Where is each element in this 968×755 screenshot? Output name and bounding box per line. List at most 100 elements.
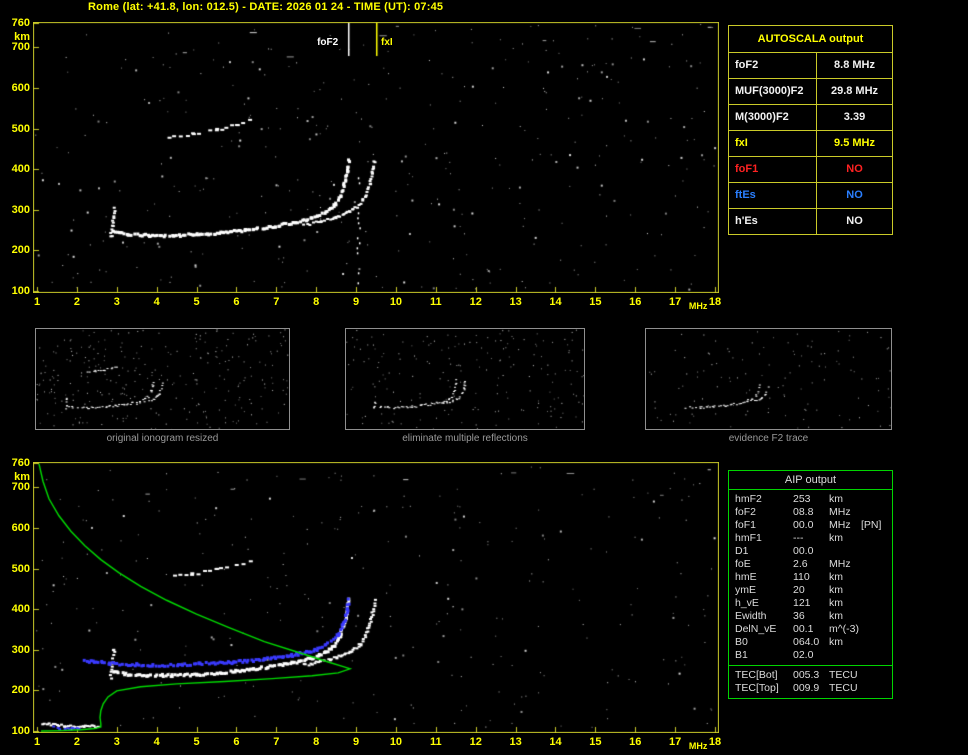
aip-param-label: ymE [735, 584, 756, 596]
aip-param-extra [861, 610, 890, 623]
aip-param-extra [861, 571, 890, 584]
aip-param-value: 08.8 [793, 506, 814, 518]
autoscala-row-label: foF1 [729, 157, 817, 182]
aip-param-value: 36 [793, 610, 805, 622]
aip-param-extra [861, 636, 890, 649]
y-axis-tick-label: 700 [11, 481, 30, 494]
aip-row: hmE 110 km [735, 571, 890, 584]
aip-param-extra [861, 584, 890, 597]
aip-param-value: 064.0 [793, 636, 820, 648]
aip-param-label: foF2 [735, 506, 757, 518]
autoscala-output-title: AUTOSCALA output [729, 26, 892, 53]
autoscala-row-value: NO [846, 215, 863, 227]
y-axis-tick-label: 200 [11, 244, 30, 257]
thumbnail-evidence-f2-trace [645, 328, 892, 430]
x-axis-tick-label: 8 [313, 296, 320, 308]
x-axis-tick-label: 13 [509, 736, 522, 748]
aip-tec-unit: TECU [829, 669, 858, 681]
thumbnail-caption-evidence: evidence F2 trace [728, 433, 809, 444]
x-axis-tick-label: 7 [273, 736, 280, 748]
aip-output-title: AIP output [729, 471, 892, 490]
aip-row: B0 064.0 km [735, 636, 890, 649]
y-axis-tick-label: 100 [11, 285, 30, 297]
x-axis-tick-label: 6 [233, 296, 240, 308]
aip-tec-row: TEC[Top] 009.9 TECU [735, 682, 890, 695]
autoscala-output-table: AUTOSCALA output foF2 8.8 MHz MUF(3000)F2 2… [728, 25, 893, 235]
aip-param-unit [829, 649, 861, 662]
x-axis-tick-label: 16 [629, 736, 642, 748]
x-axis-tick-label: 15 [589, 296, 602, 308]
x-axis-tick-label: 8 [313, 736, 320, 748]
station-date-title: Rome (lat: +41.8, lon: 012.5) - DATE: 20… [88, 1, 444, 13]
aip-param-unit: m^(-3) [829, 623, 860, 635]
x-axis-tick-label: 16 [629, 296, 642, 308]
x-axis-tick-label: 10 [389, 736, 403, 748]
aip-param-label: h_vE [735, 597, 759, 609]
aip-param-unit: km [829, 636, 843, 648]
aip-param-unit: km [829, 532, 843, 544]
aip-row: hmF1 --- km [735, 532, 890, 545]
aip-row: h_vE 121 km [735, 597, 890, 610]
aip-row: B1 02.0 [735, 649, 890, 662]
thumbnail-caption-original: original ionogram resized [106, 433, 219, 444]
autoscala-row-value: NO [846, 189, 863, 201]
x-axis-tick-label: 12 [469, 736, 482, 748]
aip-param-value: 02.0 [793, 649, 814, 661]
y-axis-tick-label: 200 [11, 684, 30, 697]
x-axis-tick-label: 14 [549, 296, 562, 308]
aip-tec-value: 005.3 [793, 669, 820, 681]
aip-param-extra [861, 545, 890, 558]
aip-param-value: 00.1 [793, 623, 814, 635]
x-axis-tick-label: 2 [73, 296, 80, 308]
autoscala-row-value: 8.8 MHz [834, 59, 875, 71]
y-axis-tick-label: 760 [11, 457, 30, 469]
thumbnail-eliminate-reflections [345, 328, 585, 430]
x-axis-tick-label: 18 [708, 736, 722, 748]
x-axis-tick-label: 1 [33, 296, 41, 308]
y-axis-tick-label: 300 [11, 643, 30, 656]
aip-row: foE 2.6 MHz [735, 558, 890, 571]
y-axis-tick-label: 300 [11, 203, 30, 216]
x-axis-tick-label: 11 [429, 296, 442, 308]
aip-param-value: 00.0 [793, 519, 814, 531]
aip-param-unit [829, 545, 861, 558]
x-axis-tick-label: 10 [389, 296, 403, 308]
x-axis-tick-label: 3 [113, 736, 120, 748]
x-axis-tick-label: 12 [469, 296, 482, 308]
aip-param-unit: km [829, 571, 843, 583]
autoscala-output-rows: foF2 8.8 MHz MUF(3000)F2 29.8 MHz M(3000)F2 3… [729, 53, 892, 234]
aip-tec-row: TEC[Bot] 005.3 TECU [735, 669, 890, 682]
autoscala-row-value: NO [846, 163, 863, 175]
x-axis-tick-label: 13 [509, 296, 522, 308]
autoscala-row-label: h'Es [729, 209, 817, 234]
autoscala-row-label: fxI [729, 131, 817, 156]
autoscala-row: fxI 9.5 MHz [729, 131, 892, 157]
aip-row: foF2 08.8 MHz [735, 506, 890, 519]
aip-row: ymE 20 km [735, 584, 890, 597]
aip-param-extra [861, 493, 890, 506]
y-axis-tick-label: 700 [11, 41, 30, 54]
y-axis-tick-label: 600 [11, 521, 30, 534]
aip-param-label: DelN_vE [735, 623, 777, 635]
aip-tec-label: TEC[Bot] [735, 669, 778, 681]
aip-tec-unit: TECU [829, 682, 858, 694]
aip-param-value: 20 [793, 584, 805, 596]
autoscala-row: foF2 8.8 MHz [729, 53, 892, 79]
aip-param-label: foE [735, 558, 751, 570]
thumbnail-caption-eliminate: eliminate multiple reflections [402, 433, 528, 444]
ionogram-bottom-canvas [33, 462, 719, 733]
y-axis-tick-label: 760 [11, 17, 30, 29]
aip-param-value: 121 [793, 597, 811, 609]
aip-param-label: hmE [735, 571, 757, 583]
aip-param-extra [861, 597, 890, 610]
autoscala-row: h'Es NO [729, 209, 892, 234]
autoscala-row-label: foF2 [729, 53, 817, 78]
aip-param-value: --- [793, 532, 804, 544]
x-axis-tick-label: 7 [273, 296, 280, 308]
aip-param-unit: km [829, 597, 843, 609]
aip-row: Ewidth 36 km [735, 610, 890, 623]
aip-tec-value: 009.9 [793, 682, 820, 694]
autoscala-row: MUF(3000)F2 29.8 MHz [729, 79, 892, 105]
aip-param-value: 00.0 [793, 545, 814, 557]
autoscala-row-label: MUF(3000)F2 [729, 79, 817, 104]
